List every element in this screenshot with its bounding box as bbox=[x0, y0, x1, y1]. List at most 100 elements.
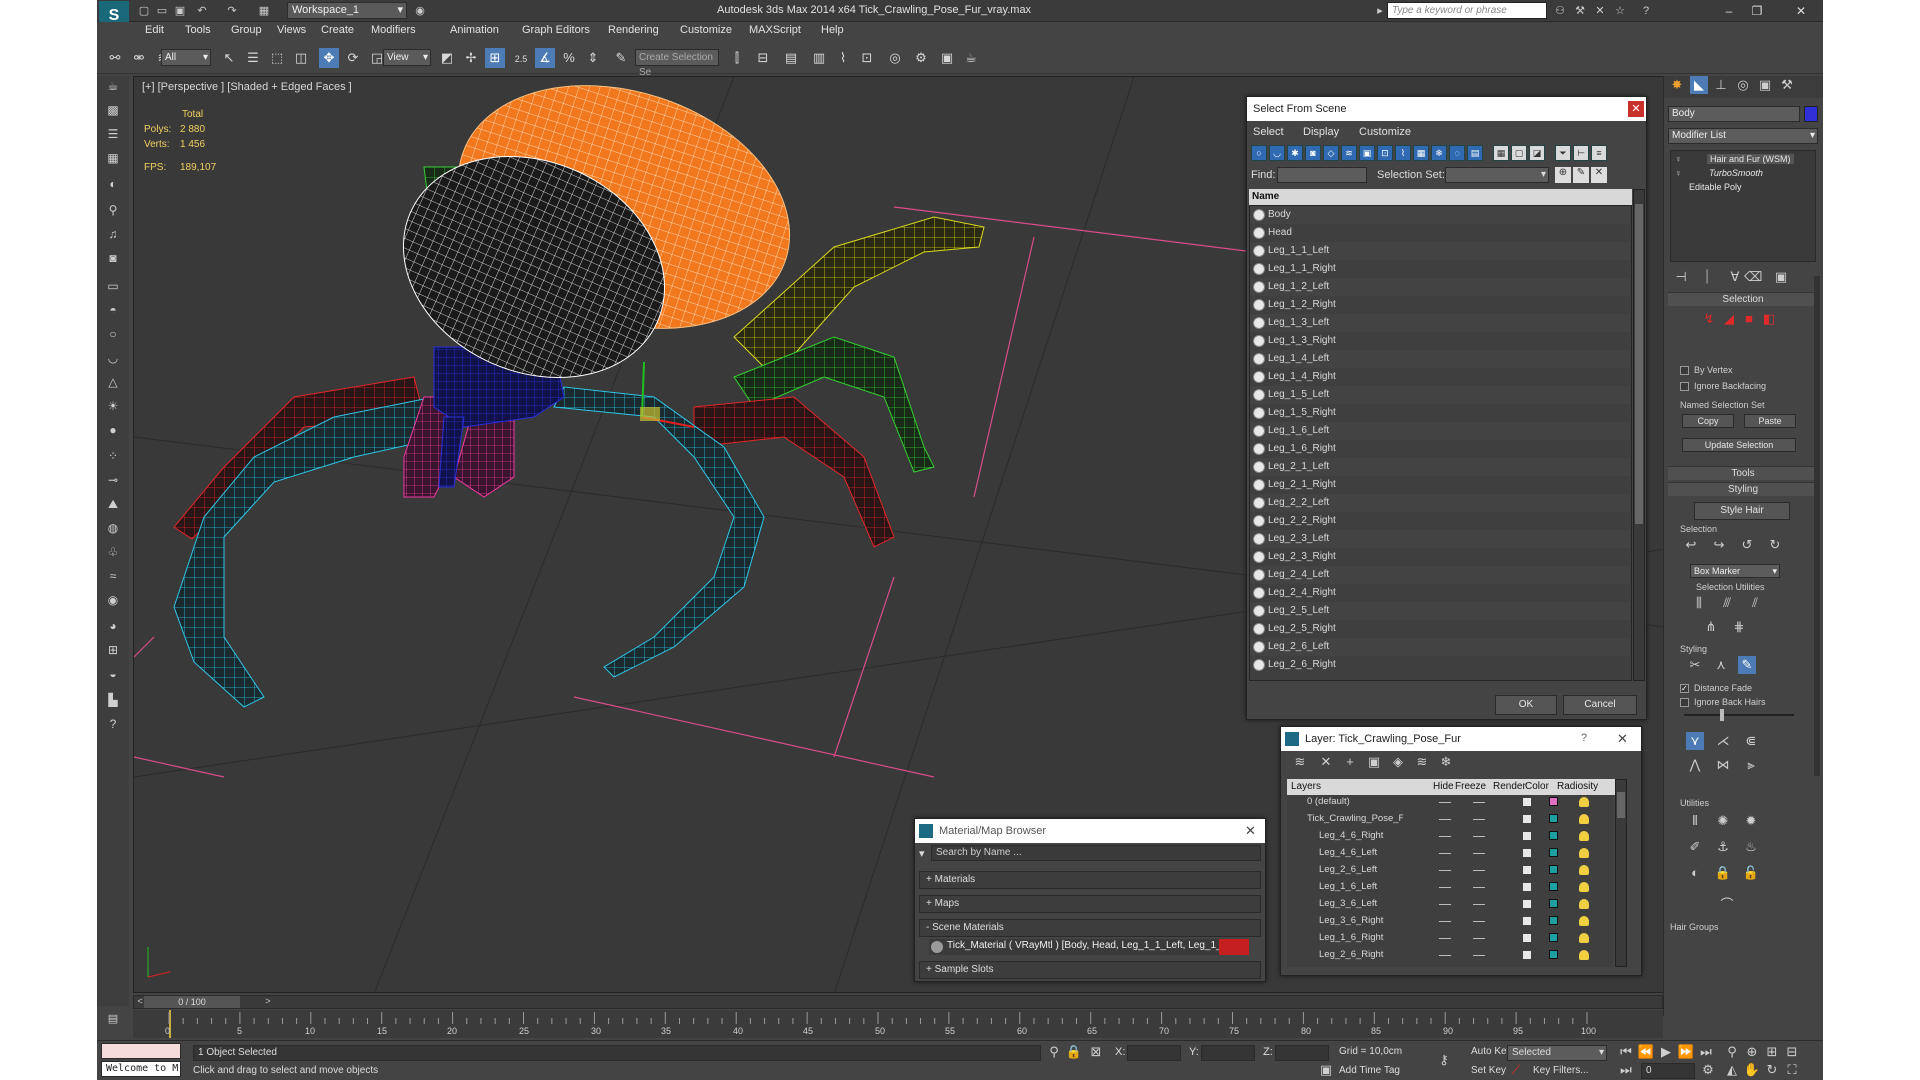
list-item[interactable]: Body bbox=[1250, 206, 1630, 224]
time-configuration-icon[interactable]: ⚙ bbox=[1699, 1061, 1717, 1079]
sphere-icon[interactable]: ○ bbox=[103, 324, 123, 344]
close-window-icon[interactable]: ✕ bbox=[1787, 2, 1815, 20]
snaps-toggle-icon[interactable]: 2.5 bbox=[511, 48, 531, 68]
select-vertices-icon[interactable]: ↺ bbox=[1738, 536, 1756, 554]
layer-color-swatch[interactable] bbox=[1549, 865, 1558, 874]
hierarchy-icon[interactable]: ⊢ bbox=[1573, 145, 1589, 161]
render-teapot-icon[interactable] bbox=[1523, 866, 1531, 874]
display-hidden-icon[interactable]: ◌ bbox=[1449, 145, 1465, 161]
graphite-tools-icon[interactable]: ▥ bbox=[809, 48, 829, 68]
freeze-toggle[interactable] bbox=[1473, 921, 1485, 922]
object-name-field[interactable]: Body bbox=[1668, 106, 1800, 122]
list-item[interactable]: Leg_2_3_Right bbox=[1250, 548, 1630, 566]
scene-materials-section[interactable]: - Scene Materials bbox=[919, 919, 1261, 937]
plugin-icon[interactable]: ▙ bbox=[103, 690, 123, 710]
layer-color-swatch[interactable] bbox=[1549, 916, 1558, 925]
freeze-toggle[interactable] bbox=[1473, 938, 1485, 939]
display-bones-icon[interactable]: ⌇ bbox=[1395, 145, 1411, 161]
select-hair-by-ends-icon[interactable]: ↩ bbox=[1682, 536, 1700, 554]
highlight-layer-icon[interactable]: ◈ bbox=[1389, 753, 1407, 771]
display-groups-icon[interactable]: ▣ bbox=[1359, 145, 1375, 161]
maxscript-listener-pink[interactable] bbox=[101, 1043, 181, 1059]
list-item[interactable]: Leg_2_4_Left bbox=[1250, 566, 1630, 584]
orb-icon[interactable]: ● bbox=[103, 420, 123, 440]
paste-button[interactable]: Paste bbox=[1744, 414, 1796, 428]
delete-layer-icon[interactable]: ✕ bbox=[1317, 753, 1335, 771]
clump-icon[interactable]: ⋀ bbox=[1686, 756, 1704, 774]
menu-tools[interactable]: Tools bbox=[185, 24, 211, 36]
list-item[interactable]: Leg_2_5_Left bbox=[1250, 602, 1630, 620]
radiosity-icon[interactable] bbox=[1579, 899, 1589, 909]
col-layers[interactable]: Layers bbox=[1291, 781, 1321, 792]
find-input[interactable] bbox=[1277, 167, 1367, 183]
modifier-editable-poly[interactable]: Editable Poly bbox=[1689, 182, 1742, 192]
utilities-tab-icon[interactable]: ⚒ bbox=[1778, 76, 1796, 94]
hide-toggle[interactable] bbox=[1439, 836, 1451, 837]
y-coord-input[interactable] bbox=[1201, 1045, 1255, 1061]
select-all-icon[interactable]: ▦ bbox=[1493, 145, 1509, 161]
workspace-dropdown[interactable]: Workspace_1 ▾ bbox=[287, 2, 407, 19]
modifier-list-dropdown[interactable]: Modifier List ▾ bbox=[1668, 128, 1818, 144]
x-coord-input[interactable] bbox=[1127, 1045, 1181, 1061]
hide-toggle[interactable] bbox=[1439, 938, 1451, 939]
render-teapot-icon[interactable] bbox=[1523, 951, 1531, 959]
brush-size-slider-handle[interactable] bbox=[1720, 709, 1724, 721]
display-lights-icon[interactable]: ✱ bbox=[1287, 145, 1303, 161]
box-icon[interactable]: ▭ bbox=[103, 276, 123, 296]
sfs-menu-display[interactable]: Display bbox=[1303, 126, 1339, 138]
maxscript-listener-input[interactable]: Welcome to M bbox=[101, 1061, 181, 1077]
list-item[interactable]: Leg_2_6_Right bbox=[1250, 656, 1630, 674]
calculator-icon[interactable]: ▦ bbox=[103, 148, 123, 168]
menu-create[interactable]: Create bbox=[321, 24, 354, 36]
render-icon[interactable]: ▩ bbox=[103, 100, 123, 120]
hierarchy-tab-icon[interactable]: ⊥ bbox=[1712, 76, 1730, 94]
puff-roots-icon[interactable]: ⋐ bbox=[1742, 732, 1760, 750]
list-item[interactable]: Leg_1_3_Left bbox=[1250, 314, 1630, 332]
close-icon[interactable]: ✕ bbox=[1617, 731, 1628, 747]
table-row[interactable]: Tick_Crawling_Pose_Fu bbox=[1287, 812, 1613, 826]
hair-mesh-icon[interactable]: ♨ bbox=[1742, 838, 1760, 856]
scale-brush-icon[interactable]: ⫸ bbox=[1742, 756, 1760, 774]
column-header-name[interactable]: Name bbox=[1249, 189, 1632, 205]
menu-modifiers[interactable]: Modifiers bbox=[371, 24, 416, 36]
menu-help[interactable]: Help bbox=[821, 24, 844, 36]
material-editor-icon[interactable]: ◎ bbox=[885, 48, 905, 68]
maximize-viewport-icon[interactable]: ⛶ bbox=[1783, 1061, 1801, 1079]
hemisphere-icon[interactable]: ◓ bbox=[103, 300, 123, 320]
col-radiosity[interactable]: Radiosity bbox=[1557, 781, 1598, 792]
style-hair-button[interactable]: Style Hair bbox=[1694, 502, 1790, 520]
material-search-input[interactable]: Search by Name ... bbox=[931, 845, 1261, 861]
modifier-turbosmooth[interactable]: TurboSmooth bbox=[1709, 168, 1763, 178]
display-frozen-icon[interactable]: ❄ bbox=[1431, 145, 1447, 161]
spinner-snap-icon[interactable]: ⇕ bbox=[583, 48, 603, 68]
recomb-icon[interactable]: ⌒ bbox=[1718, 896, 1736, 914]
select-in-layer-icon[interactable]: ▣ bbox=[1365, 753, 1383, 771]
display-all-icon[interactable]: ▤ bbox=[1467, 145, 1483, 161]
list-item[interactable]: Leg_2_2_Left bbox=[1250, 494, 1630, 512]
rotate-brush-icon[interactable]: ⋈ bbox=[1714, 756, 1732, 774]
object-color-swatch[interactable] bbox=[1804, 106, 1818, 122]
radiosity-icon[interactable] bbox=[1579, 933, 1589, 943]
display-space-warps-icon[interactable]: ≋ bbox=[1341, 145, 1357, 161]
menu-customize[interactable]: Customize bbox=[680, 24, 732, 36]
render-teapot-icon[interactable] bbox=[1523, 900, 1531, 908]
update-selection-button[interactable]: Update Selection bbox=[1682, 438, 1796, 452]
list-item[interactable]: Leg_1_4_Left bbox=[1250, 350, 1630, 368]
render-teapot-icon[interactable] bbox=[1523, 815, 1531, 823]
window-crossing-icon[interactable]: ◫ bbox=[291, 48, 311, 68]
selection-set-dropdown[interactable]: ▾ bbox=[1445, 167, 1549, 183]
redo-icon[interactable]: ↷ bbox=[225, 4, 239, 18]
select-none-icon[interactable]: ▢ bbox=[1511, 145, 1527, 161]
select-by-name-icon[interactable]: ☰ bbox=[243, 48, 263, 68]
command-panel-scrollbar[interactable] bbox=[1814, 276, 1820, 776]
tools-rollout-header[interactable]: Tools bbox=[1668, 466, 1818, 480]
box-marker-dropdown[interactable]: Box Marker ▾ bbox=[1690, 564, 1780, 578]
save-icon[interactable]: ▣ bbox=[173, 4, 187, 18]
layer-color-swatch[interactable] bbox=[1549, 882, 1558, 891]
communication-icon[interactable]: ✕ bbox=[1593, 4, 1607, 18]
hide-selected-icon[interactable]: ⋔ bbox=[1702, 618, 1720, 636]
grid-search-icon[interactable]: ⊞ bbox=[103, 640, 123, 660]
list-item[interactable]: Leg_2_1_Left bbox=[1250, 458, 1630, 476]
key-filters-button[interactable]: Key Filters... bbox=[1533, 1065, 1589, 1076]
freeze-toggle[interactable] bbox=[1473, 836, 1485, 837]
